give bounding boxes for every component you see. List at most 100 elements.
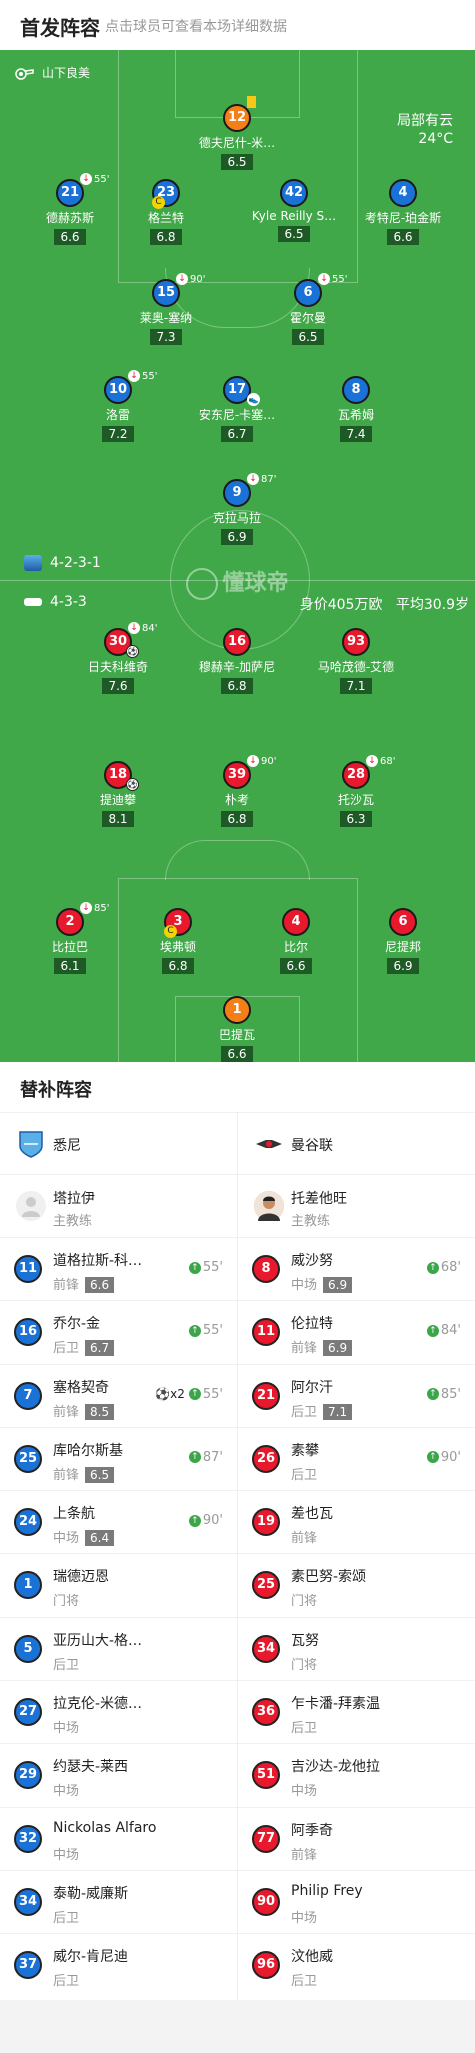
lineup-header: 首发阵容 点击球员可查看本场详细数据	[0, 0, 475, 50]
player-name: 提迪攀	[99, 793, 136, 807]
sub-number: 11	[252, 1318, 280, 1347]
sub-name: 素巴努-索颂	[291, 1569, 367, 1586]
sub-position: 门将	[53, 1590, 79, 1609]
pitch: 山下良美 局部有云 24°C 4-2-3-1 懂球帝 4-3-3 身价405万欧…	[0, 50, 475, 1062]
home-sub-row-5[interactable]: 5 亚历山大-格… 后卫	[0, 1616, 237, 1680]
home-player-9[interactable]: 9 ↓ 87' 克拉马拉 6.9	[177, 473, 297, 545]
sub-position-label: 后卫	[291, 1404, 318, 1420]
away-player-2[interactable]: 2 ↓ 85' 比拉巴 6.1	[10, 902, 130, 974]
sub-on-info: ↑ 87'	[188, 1450, 223, 1465]
away-player-4[interactable]: 4 比尔 6.6	[236, 908, 356, 974]
sub-name: 库哈尔斯基	[53, 1442, 123, 1459]
sub-rating: 6.6	[85, 1277, 115, 1293]
away-player-93[interactable]: 93 马哈茂德-艾德 7.1	[296, 628, 416, 694]
away-sub-row-11[interactable]: 11 伦拉特 前锋 6.9 ↑ 84'	[238, 1300, 475, 1363]
away-sub-row-34[interactable]: 34 瓦努 门将	[238, 1616, 475, 1680]
player-rating: 6.6	[280, 958, 312, 974]
sub-position: 后卫	[291, 1717, 317, 1736]
player-name: 朴考	[224, 793, 249, 807]
sub-on-time: 84'	[440, 1323, 461, 1339]
away-player-3[interactable]: 3 C 埃弗顿 6.8	[118, 908, 238, 974]
home-player-17[interactable]: 17 👟 安东尼-卡塞… 6.7	[177, 376, 297, 442]
away-team-stats: 身价405万欧 平均30.9岁	[300, 594, 469, 614]
home-player-23[interactable]: 23 C 格兰特 6.8	[106, 179, 226, 245]
sub-name: 塞格契奇	[53, 1379, 109, 1396]
home-player-42[interactable]: 42 Kyle Reilly S… 6.5	[234, 179, 354, 242]
away-player-28[interactable]: 28 ↓ 68' 托沙瓦 6.3	[296, 755, 416, 827]
sub-position: 前锋 6.6	[53, 1274, 115, 1293]
player-number: 4	[389, 179, 417, 207]
home-player-12[interactable]: 12 德夫尼什-米… 6.5	[177, 96, 297, 170]
sub-position: 前锋 6.9	[291, 1337, 353, 1357]
away-player-1[interactable]: 1 巴提瓦 6.6	[177, 996, 297, 1062]
player-name: 克拉马拉	[212, 511, 261, 525]
home-sub-row-37[interactable]: 37 威尔-肯尼迪 后卫	[0, 1933, 237, 1996]
away-player-18[interactable]: 18 ⚽ 提迪攀 8.1	[58, 761, 178, 827]
home-sub-row-11[interactable]: 11 道格拉斯-科… 前锋 6.6 ↑ 55'	[0, 1237, 237, 1300]
home-sub-row-1[interactable]: 1 瑞德迈恩 门将	[0, 1553, 237, 1616]
sub-off-time: 55'	[332, 274, 348, 285]
home-sub-row-29[interactable]: 29 约瑟夫-莱西 中场	[0, 1743, 237, 1806]
sub-on-info: ↑ 55'	[188, 1260, 223, 1275]
home-sub-row-27[interactable]: 27 拉克伦-米德… 中场	[0, 1680, 237, 1743]
away-sub-row-26[interactable]: 26 素攀 后卫 ↑ 90'	[238, 1426, 475, 1490]
sub-on-info: ↑ 85'	[426, 1387, 461, 1402]
away-player-16[interactable]: 16 穆赫辛-加萨尼 6.8	[177, 628, 297, 694]
player-rating: 6.9	[387, 958, 419, 974]
away-sub-row-77[interactable]: 77 阿季奇 前锋	[238, 1806, 475, 1870]
player-rating: 6.5	[292, 329, 324, 345]
away-sub-row-21[interactable]: 21 阿尔汗 后卫 7.1 ↑ 85'	[238, 1363, 475, 1427]
sub-name: 道格拉斯-科…	[53, 1253, 143, 1269]
sub-rating: 6.9	[323, 1340, 353, 1357]
sub-off-icon: ↓	[128, 622, 140, 634]
goal-icon: ⚽	[126, 778, 139, 791]
home-sub-row-34[interactable]: 34 泰勒-威廉斯 后卫	[0, 1869, 237, 1933]
home-sub-row-25[interactable]: 25 库哈尔斯基 前锋 6.5 ↑ 87'	[0, 1426, 237, 1490]
sub-number: 8	[252, 1255, 280, 1283]
home-sub-row-24[interactable]: 24 上条航 中场 6.4 ↑ 90'	[0, 1490, 237, 1553]
home-team-row[interactable]: 悉尼	[0, 1112, 237, 1174]
player-name: 莱奥-塞纳	[139, 311, 193, 325]
coach-avatar-placeholder-icon	[16, 1191, 46, 1221]
sub-position: 前锋	[291, 1527, 317, 1546]
away-coach-row[interactable]: 托差他旺 主教练	[238, 1174, 475, 1237]
away-sub-row-90[interactable]: 90 Philip Frey 中场	[238, 1869, 475, 1933]
sub-number: 25	[252, 1571, 280, 1600]
home-sub-row-7[interactable]: 7 塞格契奇 前锋 8.5 ⚽x2 ↑ 55'	[0, 1363, 237, 1427]
home-sub-row-32[interactable]: 32 Nickolas Alfaro 中场	[0, 1806, 237, 1870]
sub-number: 7	[14, 1381, 42, 1410]
player-name: 瓦希姆	[337, 408, 374, 422]
sub-name: 泰勒-威廉斯	[53, 1885, 129, 1902]
home-player-10[interactable]: 10 ↓ 55' 洛雷 7.2	[58, 370, 178, 442]
home-player-4[interactable]: 4 考特尼-珀金斯 6.6	[343, 179, 463, 245]
sub-rating: 8.5	[85, 1403, 115, 1420]
away-sub-row-25[interactable]: 25 素巴努-索颂 门将	[238, 1553, 475, 1616]
sub-position-label: 前锋	[53, 1278, 80, 1293]
home-player-15[interactable]: 15 ↓ 90' 莱奥-塞纳 7.3	[106, 273, 226, 345]
away-player-6[interactable]: 6 尼提邦 6.9	[343, 908, 463, 974]
sub-off-time: 87'	[261, 474, 277, 485]
sub-name: 阿尔汗	[291, 1379, 333, 1396]
sub-on-icon: ↑	[188, 1514, 201, 1527]
home-coach-row[interactable]: 塔拉伊 主教练	[0, 1174, 237, 1237]
player-rating: 6.9	[221, 529, 253, 545]
away-team-row[interactable]: 曼谷联	[238, 1112, 475, 1174]
sub-on-info: ↑ 90'	[188, 1513, 223, 1528]
away-sub-row-51[interactable]: 51 吉沙达-龙他拉 中场	[238, 1743, 475, 1806]
away-sub-row-36[interactable]: 36 乍卡潘-拜素温 后卫	[238, 1680, 475, 1743]
away-team-name: 曼谷联	[291, 1138, 333, 1154]
away-sub-row-96[interactable]: 96 汶他威 后卫	[238, 1933, 475, 1996]
sub-position-label: 中场	[291, 1910, 318, 1926]
home-player-8[interactable]: 8 瓦希姆 7.4	[296, 376, 416, 442]
home-sub-row-16[interactable]: 16 乔尔-金 后卫 6.7 ↑ 55'	[0, 1300, 237, 1363]
captain-icon: C	[164, 925, 177, 938]
sub-position-label: 门将	[291, 1657, 318, 1673]
home-player-6[interactable]: 6 ↓ 55' 霍尔曼 6.5	[248, 273, 368, 345]
bottom-spacer	[0, 2000, 475, 2053]
away-sub-row-8[interactable]: 8 威沙努 中场 6.9 ↑ 68'	[238, 1237, 475, 1300]
away-sub-row-19[interactable]: 19 差也瓦 前锋	[238, 1490, 475, 1553]
away-player-39[interactable]: 39 ↓ 90' 朴考 6.8	[177, 755, 297, 827]
away-player-30[interactable]: 30 ↓ 84' ⚽ 日夫科维奇 7.6	[58, 622, 178, 694]
sub-off-time: 55'	[142, 371, 158, 382]
player-name: 考特尼-珀金斯	[364, 211, 442, 225]
